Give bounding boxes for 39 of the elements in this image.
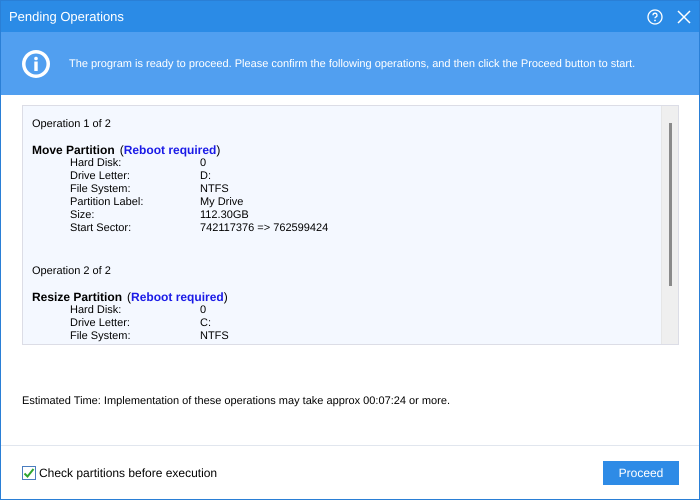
detail-value: 0 xyxy=(200,304,208,317)
checkbox[interactable] xyxy=(22,466,36,480)
detail-value: C: xyxy=(200,317,212,330)
detail-value: 742117376 => 762599424 xyxy=(200,222,330,235)
parenthesis: ( xyxy=(120,143,124,157)
detail-label: File System: xyxy=(70,330,132,343)
help-button[interactable] xyxy=(647,8,663,24)
detail-value: NTFS xyxy=(200,330,230,343)
detail-label: Drive Letter: xyxy=(70,170,131,183)
detail-label: Start Sector: xyxy=(70,222,132,235)
detail-label: Drive Letter: xyxy=(70,317,131,330)
scrollbar-thumb[interactable] xyxy=(668,123,672,286)
detail-value: NTFS xyxy=(200,183,230,196)
detail-value: D: xyxy=(200,170,212,183)
close-button[interactable] xyxy=(677,10,691,24)
detail-value: My Drive xyxy=(200,196,244,209)
detail-value: 0 xyxy=(200,157,208,170)
detail-label: Size: xyxy=(70,209,96,222)
detail-label: Hard Disk: xyxy=(70,304,122,317)
banner-message: The program is ready to proceed. Please confirm the following operations, and then click the Proceed button to start. xyxy=(69,58,636,70)
parenthesis: ) xyxy=(216,143,220,157)
parenthesis: ) xyxy=(224,290,228,304)
detail-value: 112.30GB xyxy=(200,209,250,222)
operation-counter: Operation 2 of 2 xyxy=(32,265,112,277)
info-icon xyxy=(21,48,51,78)
operation-counter: Operation 1 of 2 xyxy=(32,118,112,130)
estimated-time: Estimated Time: Implementation of these operations may take approx 00:07:24 or more. xyxy=(22,395,452,407)
checkbox-label: Check partitions before execution xyxy=(39,466,218,480)
operation-name: Move Partition xyxy=(32,143,115,157)
detail-label: Hard Disk: xyxy=(70,157,122,170)
window-title: Pending Operations xyxy=(9,9,125,24)
reboot-note: Reboot required xyxy=(131,290,224,304)
operation-name: Resize Partition xyxy=(32,290,122,304)
parenthesis: ( xyxy=(127,290,132,304)
detail-label: File System: xyxy=(70,183,132,196)
detail-label: Partition Label: xyxy=(70,196,144,209)
proceed-button[interactable]: Proceed xyxy=(603,460,679,484)
reboot-note: Reboot required xyxy=(124,143,216,157)
scrollbar[interactable] xyxy=(661,106,678,344)
